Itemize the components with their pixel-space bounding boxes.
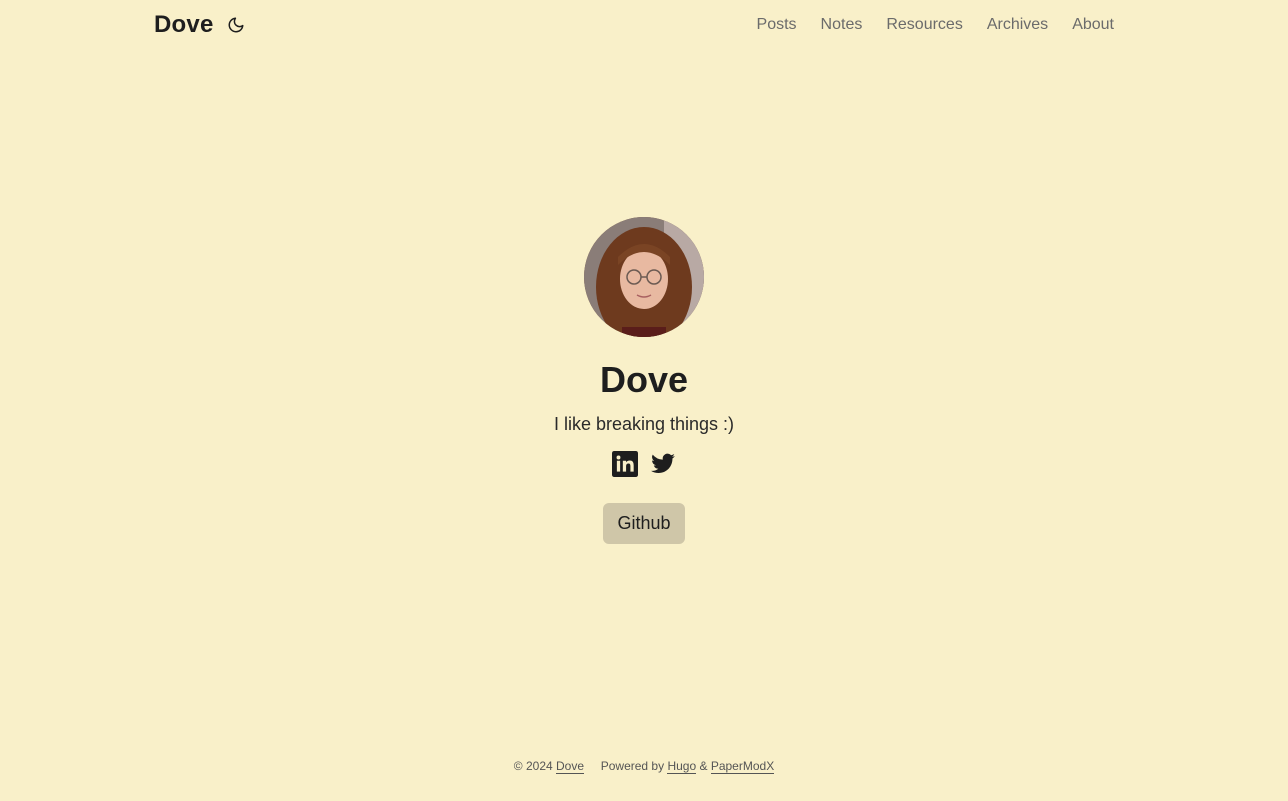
nav-notes[interactable]: Notes [821,16,863,34]
site-footer: © 2024 Dove Powered by Hugo & PaperModX [0,759,1288,774]
ampersand: & [699,759,708,773]
main-nav: Posts Notes Resources Archives About [733,16,1114,34]
avatar [584,217,704,337]
profile-bio: I like breaking things :) [553,414,735,434]
twitter-icon[interactable] [650,451,676,477]
moon-icon[interactable] [226,15,246,35]
linkedin-icon[interactable] [612,451,638,477]
papermod-link[interactable]: PaperModX [710,759,775,774]
nav-resources[interactable]: Resources [886,16,962,34]
site-header: Dove Posts Notes Resources Archives Abou… [154,0,1114,50]
nav-about[interactable]: About [1072,16,1114,34]
logo-group: Dove [154,11,246,39]
profile-section: Dove I like breaking things :) Github [0,217,1288,544]
github-button[interactable]: Github [603,503,685,544]
nav-posts[interactable]: Posts [757,16,797,34]
nav-archives[interactable]: Archives [987,16,1048,34]
hugo-link[interactable]: Hugo [667,759,697,774]
powered-by-text: Powered by [600,759,665,773]
copyright-link[interactable]: Dove [556,759,585,774]
copyright-text: © 2024 [513,759,553,773]
profile-name: Dove [599,359,689,400]
social-links [606,451,682,477]
site-logo[interactable]: Dove [154,11,214,39]
